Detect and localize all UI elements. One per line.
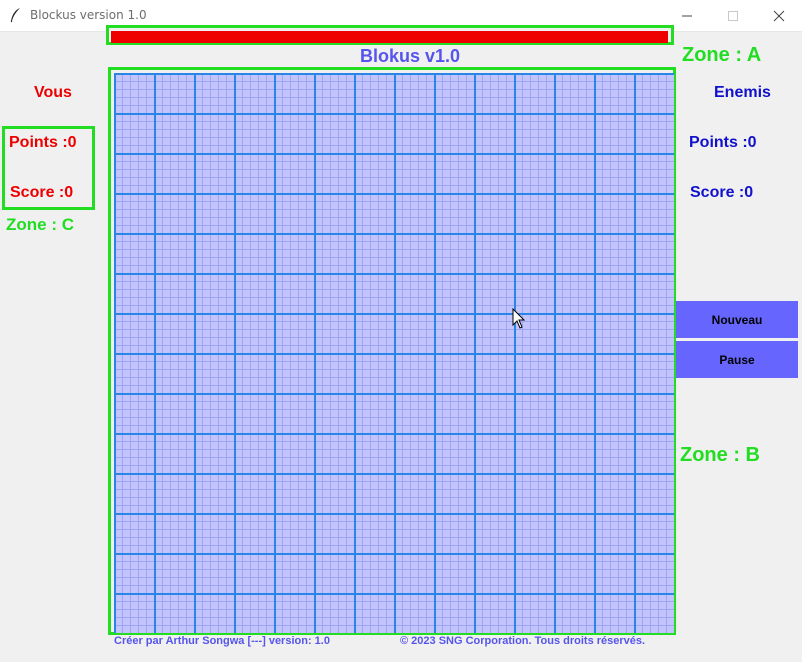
maximize-button[interactable]	[710, 0, 756, 31]
maximize-icon	[728, 11, 738, 21]
enemy-points: Points :0	[689, 134, 757, 151]
timer-progress-fill	[111, 31, 668, 43]
minimize-icon	[682, 15, 692, 17]
zone-b-label: Zone : B	[680, 444, 760, 466]
window-title: Blockus version 1.0	[30, 8, 147, 22]
close-button[interactable]	[756, 0, 802, 31]
game-board[interactable]	[114, 73, 674, 633]
enemy-label: Enemis	[714, 84, 771, 101]
player-label: Vous	[34, 84, 72, 101]
mouse-cursor-icon	[512, 308, 526, 329]
board-frame	[108, 67, 676, 635]
player-score: Score :0	[10, 184, 74, 201]
footer-credit: Créer par Arthur Songwa [---] version: 1…	[114, 635, 330, 647]
zone-a-label: Zone : A	[682, 44, 762, 66]
footer-copyright: © 2023 SNG Corporation. Tous droits rése…	[400, 635, 646, 647]
close-icon	[773, 10, 785, 22]
zone-c-label: Zone : C	[6, 215, 74, 234]
pause-button[interactable]: Pause	[676, 341, 798, 378]
player-points: Points :0	[9, 134, 77, 151]
new-game-button[interactable]: Nouveau	[676, 301, 798, 338]
feather-icon	[10, 8, 20, 23]
timer-progress-bar	[106, 25, 674, 45]
game-title: Blokus v1.0	[359, 46, 461, 66]
enemy-score: Score :0	[690, 184, 754, 201]
